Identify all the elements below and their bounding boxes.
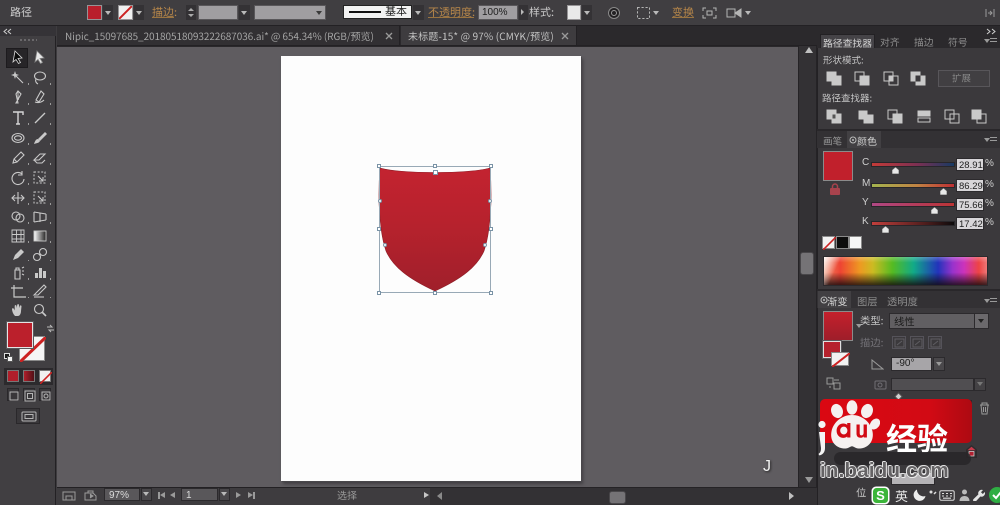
svg-text:S: S	[876, 488, 885, 503]
